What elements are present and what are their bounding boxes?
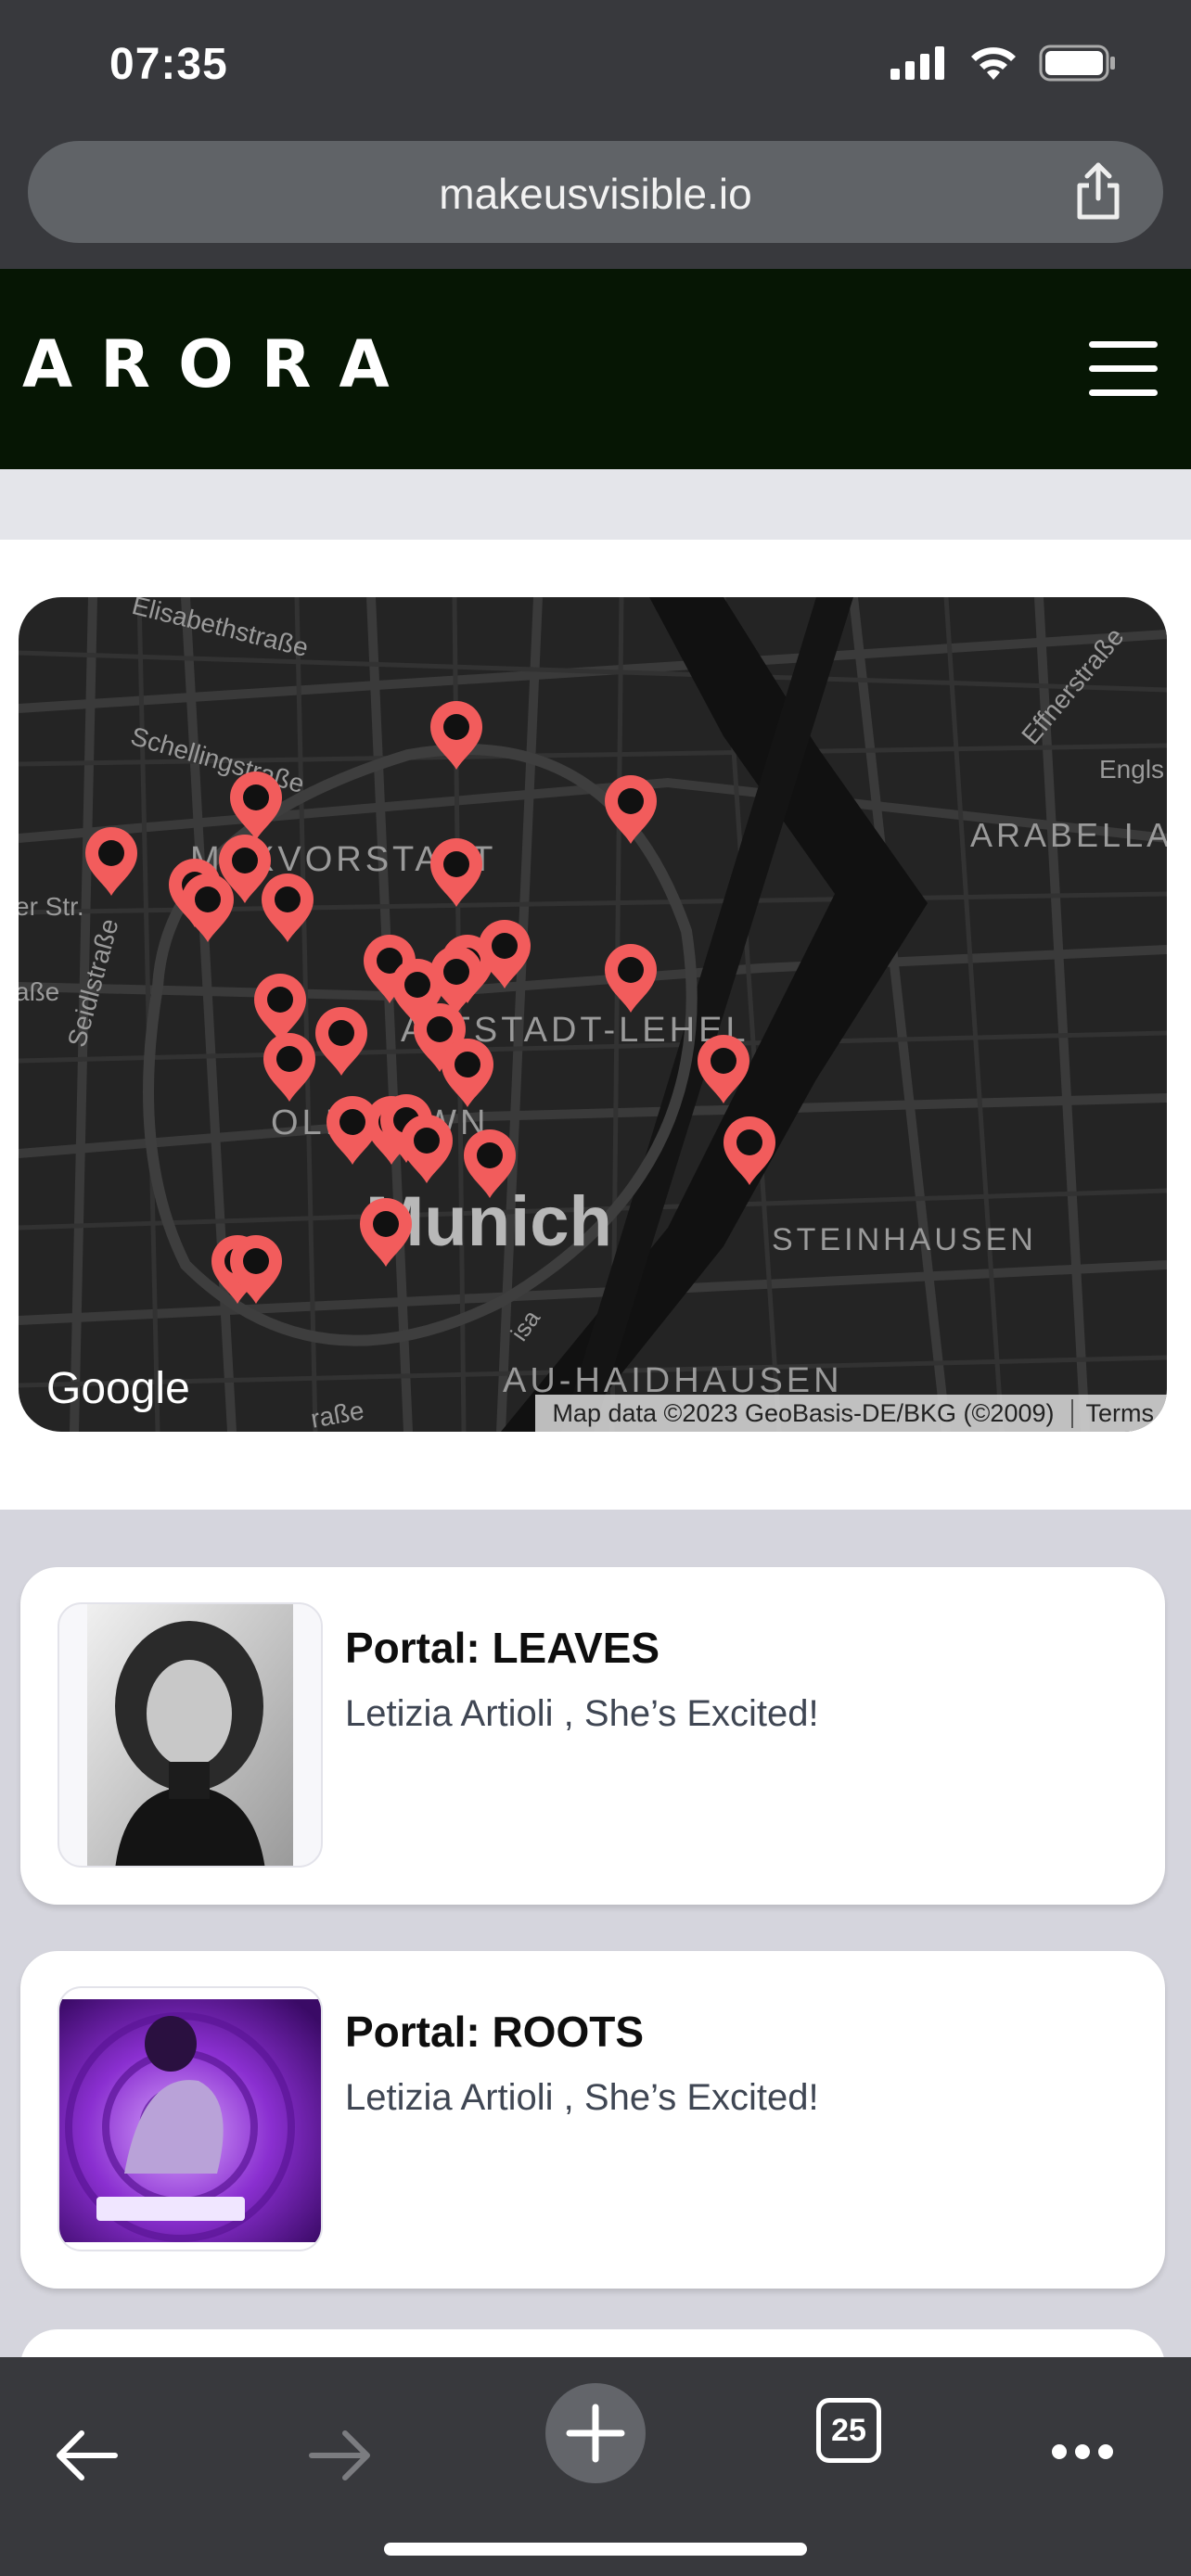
- google-logo: Google: [46, 1364, 190, 1413]
- home-indicator: [384, 2543, 807, 2556]
- map-marker-icon[interactable]: [262, 874, 314, 942]
- back-arrow-icon[interactable]: [54, 2429, 119, 2481]
- map-marker-icon[interactable]: [401, 1115, 453, 1183]
- card-subtitle: Letizia Artioli , She’s Excited!: [345, 1693, 819, 1734]
- card-subtitle: Letizia Artioli , She’s Excited!: [345, 2077, 819, 2118]
- terms-link[interactable]: Terms: [1070, 1398, 1168, 1428]
- wifi-icon: [971, 47, 1016, 80]
- portal-card[interactable]: Portal: LEAVES Letizia Artioli , She’s E…: [20, 1567, 1165, 1905]
- site-logo[interactable]: ARORA: [22, 326, 417, 402]
- map-marker-icon[interactable]: [430, 838, 482, 907]
- cellular-signal-icon: [890, 46, 944, 80]
- new-tab-plus-icon[interactable]: [545, 2383, 646, 2483]
- performance-image: [59, 1999, 321, 2242]
- forward-arrow-icon[interactable]: [308, 2429, 373, 2481]
- map-marker-icon[interactable]: [230, 772, 282, 840]
- share-icon[interactable]: [1072, 161, 1124, 221]
- status-icons: [890, 45, 1117, 82]
- map-marker-icon[interactable]: [605, 944, 657, 1013]
- menu-icon[interactable]: [1089, 341, 1158, 396]
- tab-switcher-button[interactable]: 25: [816, 2398, 881, 2463]
- map-marker-icon[interactable]: [263, 1033, 315, 1102]
- attribution-text: Map data ©2023 GeoBasis-DE/BKG (©2009): [552, 1398, 1055, 1427]
- map-marker-icon[interactable]: [442, 1039, 493, 1107]
- map-marker-icon[interactable]: [315, 1007, 367, 1076]
- portrait-image: [87, 1604, 293, 1866]
- map-attribution: Map data ©2023 GeoBasis-DE/BKG (©2009) T…: [535, 1395, 1167, 1432]
- url-text: makeusvisible.io: [439, 170, 752, 218]
- map-marker-icon[interactable]: [254, 974, 306, 1042]
- portal-card[interactable]: Portal: ROOTS Letizia Artioli , She’s Ex…: [20, 1951, 1165, 2289]
- map-marker-icon[interactable]: [85, 827, 137, 896]
- status-bar: 07:35: [0, 0, 1191, 139]
- map-marker-icon[interactable]: [724, 1116, 775, 1185]
- divider-strip: [0, 469, 1191, 540]
- map-marker-icon[interactable]: [698, 1035, 749, 1103]
- more-options-icon[interactable]: [1050, 2442, 1115, 2461]
- portal-thumbnail: [58, 1986, 323, 2251]
- map-marker-icon[interactable]: [430, 701, 482, 770]
- status-time: 07:35: [109, 40, 228, 89]
- portal-thumbnail: [58, 1602, 323, 1868]
- card-title: Portal: ROOTS: [345, 2008, 645, 2056]
- map-marker-icon[interactable]: [182, 874, 234, 942]
- map-marker-icon[interactable]: [464, 1129, 516, 1198]
- map-marker-icon[interactable]: [360, 1198, 412, 1267]
- card-title: Portal: LEAVES: [345, 1624, 660, 1672]
- site-header: ARORA: [0, 269, 1191, 469]
- browser-toolbar: 25: [0, 2357, 1191, 2576]
- map-marker-icon[interactable]: [605, 775, 657, 844]
- battery-icon: [1039, 45, 1115, 82]
- map-markers: [85, 701, 775, 1304]
- address-bar[interactable]: makeusvisible.io: [28, 141, 1163, 243]
- map[interactable]: Elisabethstraße Schellingstraße Effnerst…: [19, 597, 1167, 1432]
